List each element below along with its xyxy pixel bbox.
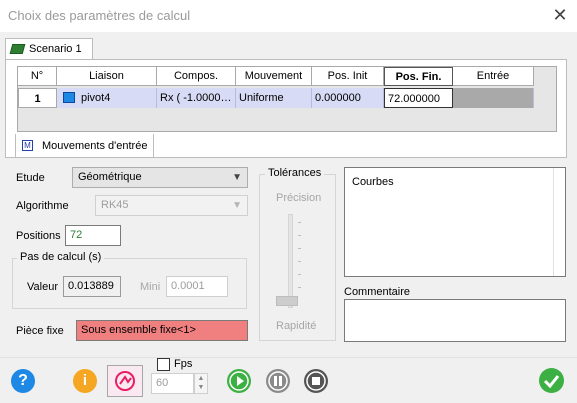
cell-compos[interactable]: Rx ( -1.0000… [157,88,236,108]
fps-checkbox[interactable] [157,358,170,371]
tolerances-label: Tolérances [265,167,325,179]
column-header-mouvement[interactable]: Mouvement [236,67,312,86]
etude-select[interactable]: Géométrique ▼ [72,167,248,188]
help-icon[interactable]: ? [11,369,35,393]
scenario-icon [9,44,26,54]
valeur-input[interactable]: 0.013889 [63,276,121,297]
animate-button[interactable] [107,365,143,397]
mini-label: Mini [140,281,161,293]
stop-icon[interactable] [304,369,328,393]
close-icon[interactable]: ✕ [548,4,572,26]
cell-pos-fin[interactable]: 72.000000 [384,88,453,108]
piece-fixe-input[interactable]: Sous ensemble fixe<1> [76,320,248,341]
chevron-down-icon: ▼ [232,172,242,183]
valeur-label: Valeur [27,281,58,293]
column-header-liaison[interactable]: Liaison [57,67,157,86]
cell-mouvement[interactable]: Uniforme [236,88,312,108]
tolerance-slider[interactable] [288,214,293,308]
column-header-pos-fin[interactable]: Pos. Fin. [384,67,453,86]
courbes-label: Courbes [352,176,394,188]
cell-pos-init[interactable]: 0.000000 [312,88,384,108]
courbes-scroll-divider [553,168,554,276]
pause-icon[interactable] [266,369,290,393]
slider-tick [298,261,301,262]
column-header-entree[interactable]: Entrée [453,67,534,86]
column-header-compos[interactable]: Compos. [157,67,236,86]
slider-tick [298,235,301,236]
fps-label: Fps [174,358,193,370]
chevron-down-icon: ▼ [232,200,242,211]
positions-label: Positions [16,230,61,242]
slider-tick [298,248,301,249]
validate-icon[interactable] [539,368,564,393]
play-icon[interactable] [227,369,251,393]
animate-icon [115,371,135,391]
slider-tick [298,287,301,288]
toolbar-divider [0,357,577,358]
pas-de-calcul-label: Pas de calcul (s) [17,251,105,263]
etude-value: Géométrique [78,171,142,183]
fps-stepper[interactable]: ▲ ▼ [194,373,208,394]
row-number[interactable]: 1 [18,88,57,108]
column-header-pos-init[interactable]: Pos. Init [312,67,384,86]
stepper-up-icon[interactable]: ▲ [195,374,207,383]
algorithme-select[interactable]: RK45 ▼ [95,195,248,216]
mini-input[interactable]: 0.0001 [166,276,228,297]
cell-entree[interactable] [453,88,534,108]
slider-tick [298,222,301,223]
fps-input[interactable]: 60 [151,373,194,394]
info-icon[interactable]: i [73,369,97,393]
positions-input[interactable]: 72 [65,225,121,246]
algorithme-value: RK45 [101,199,129,211]
column-header-n[interactable]: N° [18,67,57,86]
precision-label: Précision [276,192,322,204]
commentaire-label: Commentaire [344,286,411,298]
slider-thumb[interactable] [276,296,298,306]
etude-label: Etude [16,172,45,184]
window-title: Choix des paramètres de calcul [8,8,191,23]
tab-scenario-label: Scenario 1 [29,43,82,55]
pivot-icon [63,92,75,103]
algorithme-label: Algorithme [16,200,69,212]
mouvements-icon: M [22,140,33,151]
stepper-down-icon[interactable]: ▼ [195,383,207,392]
tab-mouvements-label: Mouvements d'entrée [42,140,148,152]
slider-tick [298,274,301,275]
piece-fixe-label: Pièce fixe [16,325,64,337]
commentaire-input[interactable] [344,299,566,342]
rapidite-label: Rapidité [276,320,317,332]
